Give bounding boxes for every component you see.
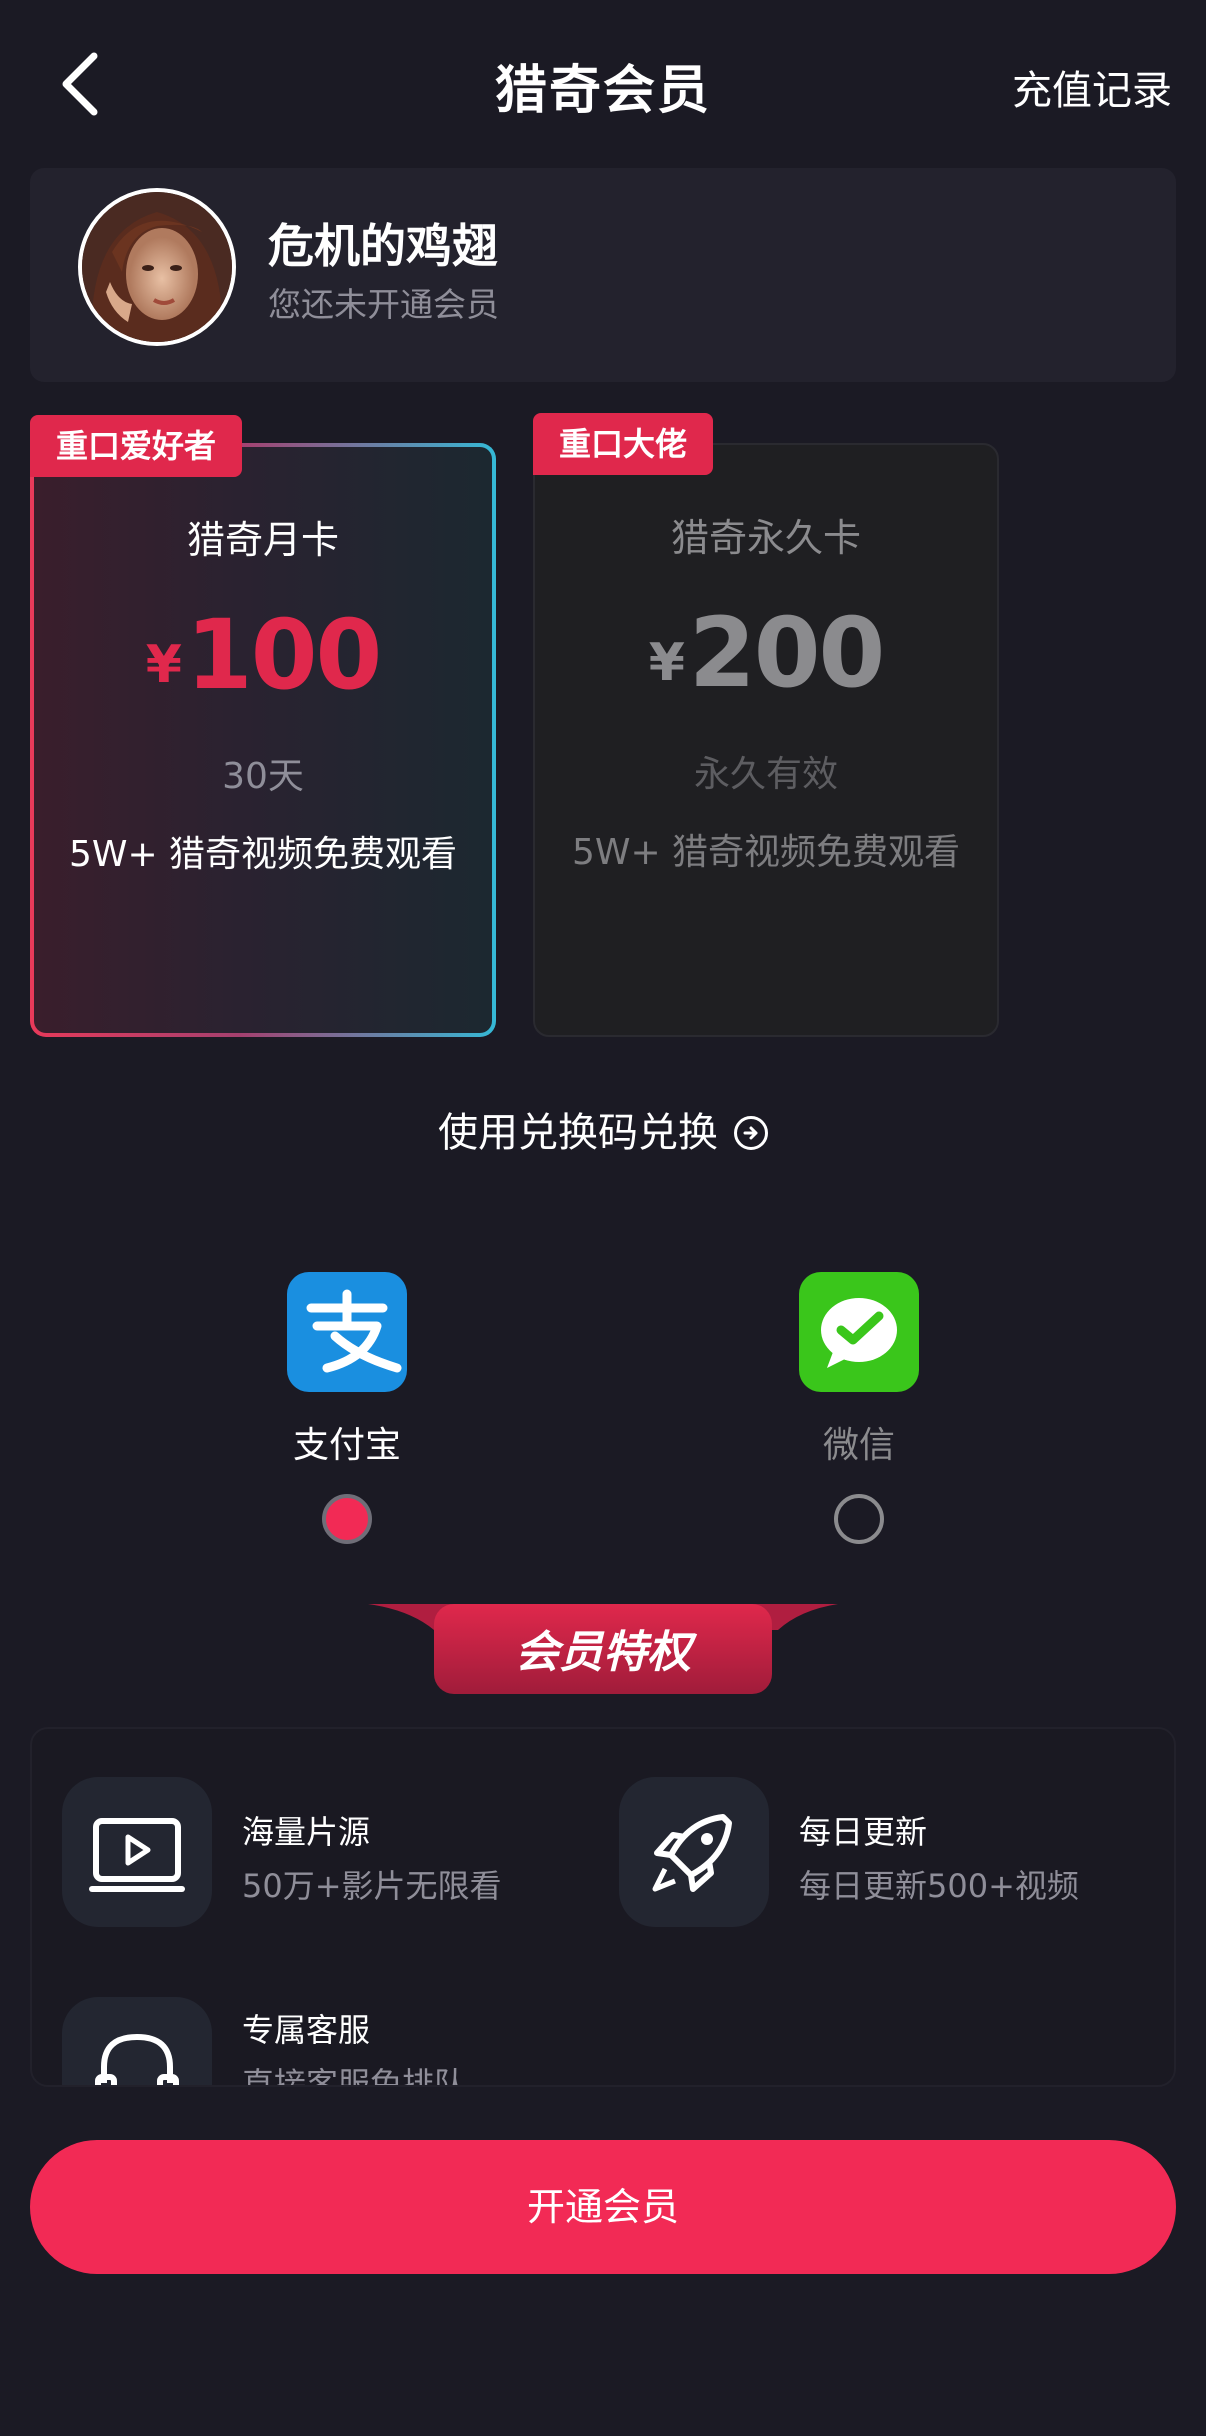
privilege-desc: 每日更新500+视频 xyxy=(799,1867,1079,1905)
payment-option-alipay[interactable]: 支付宝 xyxy=(247,1272,447,1544)
redeem-label: 使用兑换码兑换 xyxy=(438,1110,718,1156)
radio-selected[interactable] xyxy=(322,1494,372,1544)
alipay-icon xyxy=(287,1272,407,1392)
radio-unselected[interactable] xyxy=(834,1494,884,1544)
privilege-item: 每日更新 每日更新500+视频 xyxy=(589,1729,1109,1927)
video-icon xyxy=(62,1777,212,1927)
arrow-right-circle-icon xyxy=(734,1116,768,1150)
price-amount: 100 xyxy=(185,599,382,711)
price-amount: 200 xyxy=(688,597,885,709)
privilege-desc: 直接客服免排队 xyxy=(242,2065,467,2087)
privilege-item: 海量片源 50万+影片无限看 xyxy=(32,1729,552,1927)
privilege-name: 每日更新 xyxy=(799,1813,928,1851)
user-name: 危机的鸡翅 xyxy=(268,219,498,273)
plan-duration: 永久有效 xyxy=(693,754,838,795)
recharge-history-link[interactable]: 充值记录 xyxy=(1012,58,1172,116)
privilege-desc: 50万+影片无限看 xyxy=(242,1867,502,1905)
user-card: 危机的鸡翅 您还未开通会员 xyxy=(30,168,1176,382)
headset-icon xyxy=(62,1997,212,2085)
privileges-panel: 海量片源 50万+影片无限看 每日更新 每日更新500+视频 专属客服 直接客服… xyxy=(30,1727,1176,2087)
plan-name: 猎奇月卡 xyxy=(186,518,339,562)
privilege-name: 海量片源 xyxy=(242,1813,371,1851)
plan-name: 猎奇永久卡 xyxy=(670,516,861,560)
privileges-title: 会员特权 xyxy=(515,1627,691,1678)
plan-card-monthly[interactable]: 重口爱好者 猎奇月卡 ¥100 30天 5W+ 猎奇视频免费观看 xyxy=(30,415,496,1037)
plan-price: ¥200 xyxy=(535,597,997,709)
plan-feature: 5W+ 猎奇视频免费观看 xyxy=(68,834,458,875)
membership-status: 您还未开通会员 xyxy=(268,285,499,324)
payment-label: 微信 xyxy=(822,1425,895,1466)
payment-label: 支付宝 xyxy=(292,1425,401,1466)
wechat-pay-icon xyxy=(799,1272,919,1392)
plan-card-lifetime[interactable]: 重口大佬 猎奇永久卡 ¥200 永久有效 5W+ 猎奇视频免费观看 xyxy=(533,413,999,1037)
avatar xyxy=(78,188,236,346)
plan-duration: 30天 xyxy=(222,756,304,797)
plan-price: ¥100 xyxy=(34,599,492,711)
rocket-icon xyxy=(619,1777,769,1927)
redeem-code-link[interactable]: 使用兑换码兑换 xyxy=(0,1100,1206,1158)
currency-symbol: ¥ xyxy=(145,635,182,695)
privilege-name: 专属客服 xyxy=(242,2011,371,2049)
plan-badge: 重口爱好者 xyxy=(30,415,243,477)
currency-symbol: ¥ xyxy=(648,633,685,693)
plan-badge: 重口大佬 xyxy=(533,413,714,475)
payment-option-wechat[interactable]: 微信 xyxy=(759,1272,959,1544)
plan-feature: 5W+ 猎奇视频免费观看 xyxy=(571,832,961,873)
open-membership-button[interactable]: 开通会员 xyxy=(30,2140,1176,2274)
privilege-item: 专属客服 直接客服免排队 xyxy=(32,1949,552,2087)
